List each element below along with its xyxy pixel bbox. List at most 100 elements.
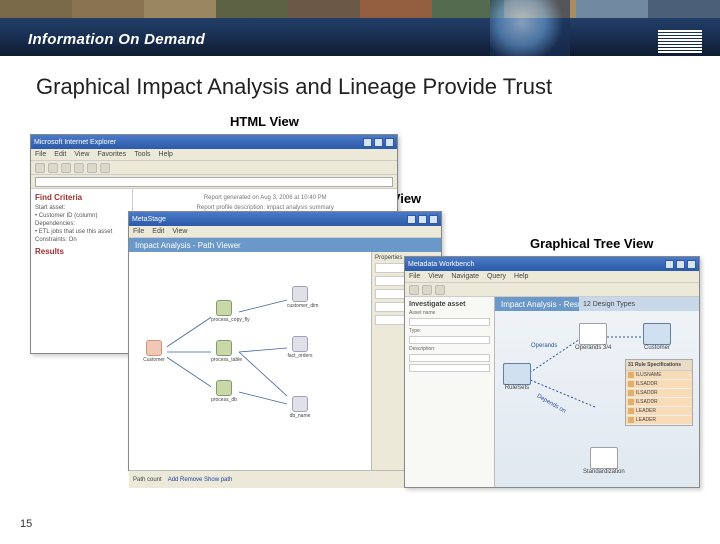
- tree-node-label: Operands 3/4: [575, 345, 611, 351]
- stop-icon: [61, 163, 71, 173]
- menu-item: Favorites: [97, 151, 126, 158]
- menu-item: View: [74, 151, 89, 158]
- refresh-icon: [74, 163, 84, 173]
- rule-item: ILSADDR: [636, 381, 658, 387]
- window-titlebar: MetaStage: [129, 212, 441, 226]
- slide-content: HTML View Path View Graphical Tree View …: [0, 106, 720, 544]
- bottom-link: Add Remove Show path: [168, 477, 233, 483]
- rules-header: 31 Rule Specifications: [626, 360, 692, 371]
- find-line: • ETL jobs that use this asset: [35, 229, 128, 235]
- window-title-text: Metadata Workbench: [408, 261, 474, 268]
- menu-item: Edit: [54, 151, 66, 158]
- tree-node-label: Customer: [644, 345, 670, 351]
- node-icon: [292, 396, 308, 412]
- window-addressbar: [31, 175, 397, 189]
- min-icon: [407, 215, 416, 224]
- back-icon: [35, 163, 45, 173]
- max-icon: [418, 215, 427, 224]
- generated-line: Report generated on Aug 3, 2006 at 10:40…: [139, 195, 391, 201]
- left-desc: Description:: [409, 346, 490, 352]
- tree-node-icon: [590, 447, 618, 469]
- tree-node-icon: [643, 323, 671, 345]
- tree-left-panel: Investigate asset Asset name Type: Descr…: [405, 297, 495, 487]
- rule-item: ILSADDR: [636, 399, 658, 405]
- edge-label: Depends on: [536, 393, 567, 414]
- menu-item: File: [35, 151, 46, 158]
- tree-node-label: RuleSets: [505, 385, 529, 391]
- slide-title: Graphical Impact Analysis and Lineage Pr…: [0, 56, 720, 106]
- tool-icon: [422, 285, 432, 295]
- node-icon: [216, 380, 232, 396]
- ibm-logo: [658, 30, 702, 53]
- max-icon: [374, 138, 383, 147]
- menu-item: View: [428, 273, 443, 280]
- left-title: Investigate asset: [409, 301, 490, 308]
- path-view-band: Impact Analysis - Path Viewer: [129, 238, 441, 252]
- min-icon: [665, 260, 674, 269]
- fwd-icon: [48, 163, 58, 173]
- rule-item: ILSADDR: [636, 390, 658, 396]
- slide-banner: Information On Demand: [0, 0, 720, 56]
- node-label: customer_dim: [287, 303, 318, 309]
- label-html-view: HTML View: [230, 114, 299, 129]
- label-tree-view: Graphical Tree View: [530, 236, 653, 251]
- html-left-panel: Find Criteria Start asset: • Customer ID…: [31, 189, 133, 353]
- menu-item: Navigate: [451, 273, 479, 280]
- menu-item: Help: [514, 273, 528, 280]
- node-label: db_name: [290, 413, 311, 419]
- node-label: process_table: [211, 357, 242, 363]
- menu-item: Tools: [134, 151, 150, 158]
- left-sub: Asset name: [409, 310, 490, 316]
- window-toolbar: [405, 283, 699, 297]
- window-title-text: Microsoft Internet Explorer: [34, 139, 116, 146]
- window-toolbar: [31, 161, 397, 175]
- results-heading: Results: [35, 247, 128, 256]
- tree-view-window: Metadata Workbench File View Navigate Qu…: [404, 256, 700, 488]
- rule-item: ILUSNAME: [636, 372, 662, 378]
- tree-node-icon: [579, 323, 607, 345]
- find-line: Constraints: On: [35, 237, 128, 243]
- tool-icon: [409, 285, 419, 295]
- find-criteria-heading: Find Criteria: [35, 193, 128, 202]
- tree-node-icon: [503, 363, 531, 385]
- find-line: • Customer ID (column): [35, 213, 128, 219]
- close-icon: [429, 215, 438, 224]
- path-view-window: MetaStage File Edit View Impact Analysis…: [128, 211, 442, 471]
- menu-item: View: [172, 228, 187, 235]
- bottom-label: Path count: [133, 477, 162, 483]
- find-line: Start asset:: [35, 205, 128, 211]
- path-canvas: Customer process_copy_fly process_table …: [129, 252, 371, 470]
- close-icon: [385, 138, 394, 147]
- node-label: process_copy_fly: [211, 317, 250, 323]
- window-titlebar: Metadata Workbench: [405, 257, 699, 271]
- menu-item: Help: [159, 151, 173, 158]
- find-line: Dependencies:: [35, 221, 128, 227]
- window-menubar: File Edit View: [129, 226, 441, 238]
- window-title-text: MetaStage: [132, 216, 166, 223]
- menu-item: File: [133, 228, 144, 235]
- node-label: process_db: [211, 397, 237, 403]
- node-icon: [216, 300, 232, 316]
- rule-item: LEADER: [636, 417, 656, 423]
- search-icon: [100, 163, 110, 173]
- menu-item: File: [409, 273, 420, 280]
- left-type: Type:: [409, 328, 490, 334]
- node-icon: [146, 340, 162, 356]
- node-icon: [216, 340, 232, 356]
- window-titlebar: Microsoft Internet Explorer: [31, 135, 397, 149]
- banner-title: Information On Demand: [28, 31, 205, 48]
- node-icon: [292, 286, 308, 302]
- page-number: 15: [20, 518, 32, 530]
- banner-thumbnail-strip: [0, 0, 720, 18]
- home-icon: [87, 163, 97, 173]
- close-icon: [687, 260, 696, 269]
- node-label: fact_orders: [287, 353, 312, 359]
- window-menubar: File View Navigate Query Help: [405, 271, 699, 283]
- max-icon: [676, 260, 685, 269]
- globe-graphic: [490, 0, 570, 56]
- edge-label: Operands: [531, 343, 557, 349]
- path-bottom-bar: Path count Add Remove Show path: [129, 470, 441, 488]
- node-label: Customer: [143, 357, 165, 363]
- rules-panel: 31 Rule Specifications ILUSNAME ILSADDR …: [625, 359, 693, 426]
- rule-item: LEADER: [636, 408, 656, 414]
